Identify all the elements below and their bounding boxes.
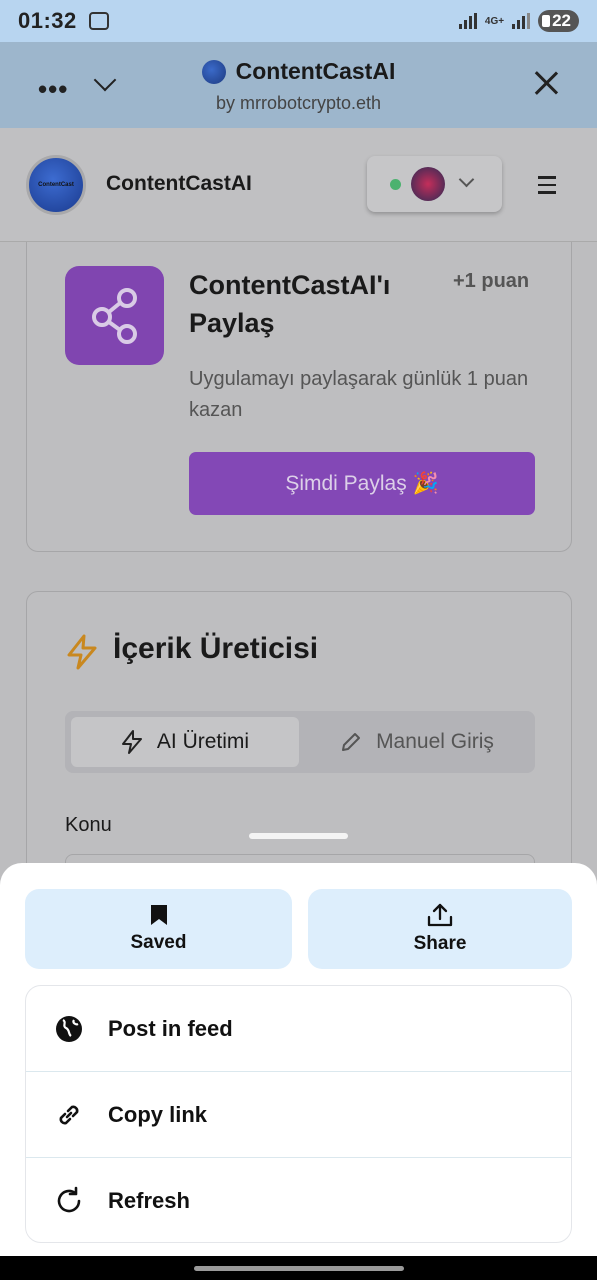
globe-icon (56, 1015, 82, 1042)
menu-item-refresh[interactable]: Refresh (26, 1158, 571, 1242)
share-button[interactable]: Share (308, 889, 572, 969)
generator-title: İçerik Üreticisi (113, 632, 319, 665)
saved-label: Saved (130, 932, 187, 953)
signal-icon (458, 13, 477, 29)
screenshot-icon (88, 12, 109, 30)
menu-item-label: Copy link (108, 1101, 208, 1127)
share-card-title: ContentCastAI'ı Paylaş (189, 270, 391, 338)
share-upload-icon (427, 903, 453, 927)
tab-manual-entry[interactable]: Manuel Giriş (305, 717, 529, 767)
share-card: ContentCastAI'ı Paylaş +1 puan Uygulamay… (26, 242, 572, 552)
chevron-down-icon (458, 171, 475, 188)
lightning-icon (67, 634, 97, 670)
generator-tabs: AI Üretimi Manuel Giriş (65, 711, 535, 773)
status-bar: 01:32 4G+ 22 (0, 0, 597, 42)
app-globe-icon (201, 59, 226, 84)
close-icon[interactable] (533, 70, 559, 96)
account-switcher[interactable] (367, 156, 502, 212)
avatar (411, 167, 445, 201)
miniapp-title: ContentCastAI (235, 58, 396, 84)
signal-icon-2 (512, 13, 531, 29)
pencil-icon (342, 733, 361, 751)
hamburger-menu-icon[interactable] (538, 176, 556, 199)
miniapp-bar: ••• ContentCastAI by mrrobotcrypto.eth (0, 42, 597, 128)
logo-text: ContentCast (38, 182, 74, 188)
app-logo[interactable]: ContentCast (26, 155, 86, 215)
miniapp-title-block: ContentCastAI by mrrobotcrypto.eth (0, 58, 597, 114)
network-type: 4G+ (484, 15, 505, 27)
app-header: ContentCast ContentCastAI (0, 128, 597, 242)
topic-label: Konu (65, 814, 112, 836)
tab-ai-generation[interactable]: AI Üretimi (71, 717, 299, 767)
tab-label: AI Üretimi (156, 730, 250, 753)
share-icon (65, 266, 164, 365)
online-status-dot (390, 179, 401, 190)
share-label: Share (413, 933, 467, 954)
app-name: ContentCastAI (106, 172, 252, 195)
saved-button[interactable]: Saved (25, 889, 292, 969)
home-indicator[interactable] (0, 1256, 597, 1280)
menu-item-label: Refresh (108, 1188, 190, 1213)
share-now-button[interactable]: Şimdi Paylaş 🎉 (189, 452, 535, 515)
battery-level: 22 (538, 10, 579, 32)
menu-item-copy-link[interactable]: Copy link (26, 1072, 571, 1158)
bookmark-icon (150, 905, 167, 925)
sheet-menu-list: Post in feed Copy link Refresh (25, 985, 572, 1243)
menu-item-post-in-feed[interactable]: Post in feed (26, 986, 571, 1072)
action-sheet: Saved Share Post in feed Copy link Refre… (0, 863, 597, 1256)
miniapp-author: by mrrobotcrypto.eth (215, 92, 382, 113)
menu-item-label: Post in feed (108, 1015, 233, 1041)
status-time: 01:32 (18, 8, 77, 33)
share-card-description: Uygulamayı paylaşarak günlük 1 puan kaza… (189, 368, 529, 421)
share-points-badge: +1 puan (453, 270, 530, 292)
link-icon (59, 1105, 79, 1124)
tab-label: Manuel Giriş (376, 730, 494, 753)
sheet-drag-handle[interactable] (249, 833, 348, 839)
refresh-icon (57, 1186, 81, 1213)
lightning-icon (121, 730, 142, 754)
